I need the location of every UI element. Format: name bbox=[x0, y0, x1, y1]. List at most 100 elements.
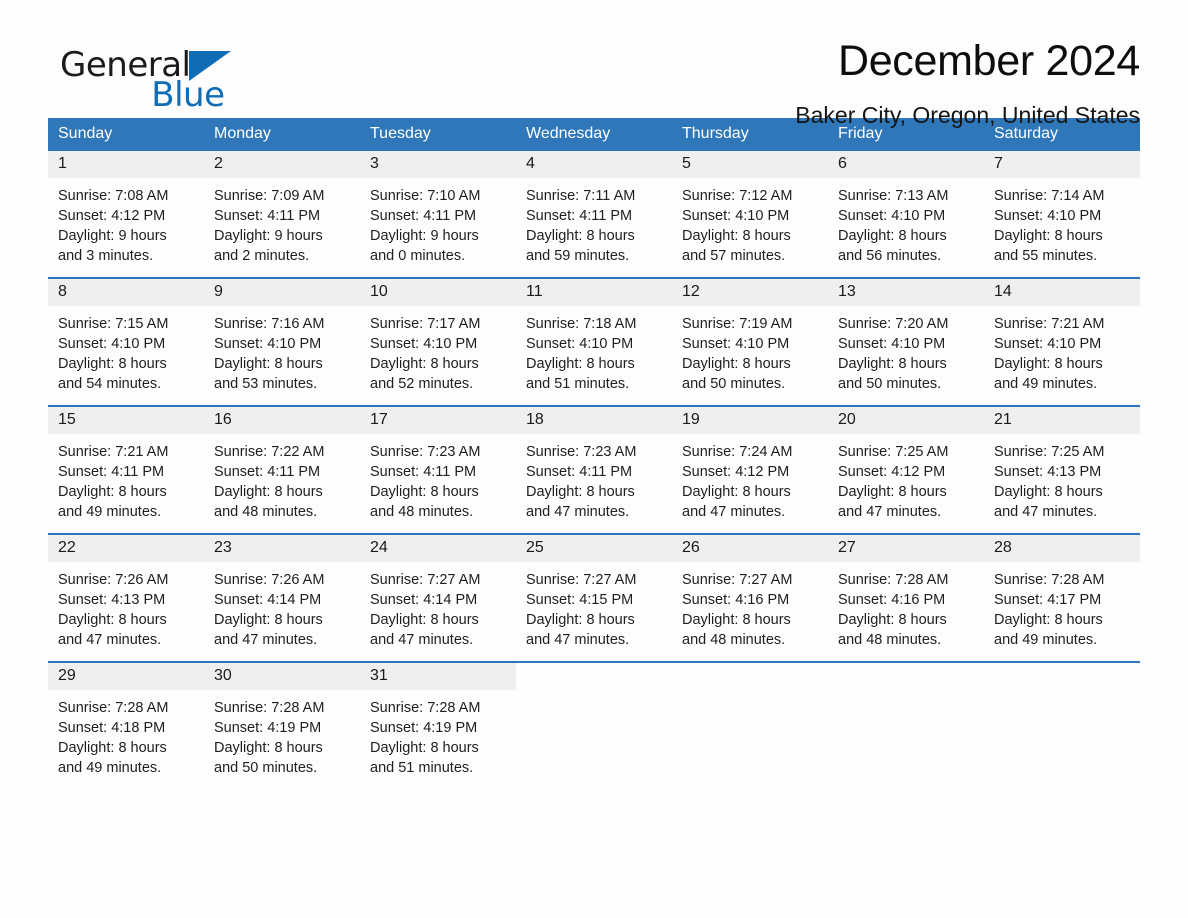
sunrise-text: Sunrise: 7:17 AM bbox=[370, 316, 481, 332]
sunset-text: Sunset: 4:13 PM bbox=[994, 464, 1102, 480]
day-number: 16 bbox=[204, 407, 360, 434]
calendar-table: Sunday Monday Tuesday Wednesday Thursday… bbox=[48, 118, 1140, 789]
day-number: 30 bbox=[204, 663, 360, 690]
day-number: 3 bbox=[360, 151, 516, 178]
calendar-day-cell[interactable]: 19 Sunrise: 7:24 AM Sunset: 4:12 PM Dayligh… bbox=[672, 405, 828, 534]
calendar-day-cell[interactable]: 24 Sunrise: 7:27 AM Sunset: 4:14 PM Dayligh… bbox=[360, 533, 516, 662]
calendar-day-cell[interactable]: 11 Sunrise: 7:18 AM Sunset: 4:10 PM Dayligh… bbox=[516, 277, 672, 406]
weekday-header-wednesday: Wednesday bbox=[516, 118, 672, 151]
general-blue-logo: General Blue bbox=[60, 48, 231, 112]
calendar-day-cell[interactable]: 29 Sunrise: 7:28 AM Sunset: 4:18 PM Dayligh… bbox=[48, 661, 204, 789]
sunrise-text: Sunrise: 7:18 AM bbox=[526, 316, 637, 332]
day-number: 2 bbox=[204, 151, 360, 178]
calendar-day-cell[interactable]: 23 Sunrise: 7:26 AM Sunset: 4:14 PM Dayligh… bbox=[204, 533, 360, 662]
sunset-text: Sunset: 4:12 PM bbox=[58, 208, 166, 224]
daylight-text-line2: and 50 minutes. bbox=[838, 376, 942, 392]
daylight-text-line1: Daylight: 8 hours bbox=[994, 612, 1103, 628]
sunrise-text: Sunrise: 7:28 AM bbox=[994, 572, 1105, 588]
calendar-day-cell[interactable]: 15 Sunrise: 7:21 AM Sunset: 4:11 PM Dayligh… bbox=[48, 405, 204, 534]
daylight-text-line2: and 47 minutes. bbox=[214, 632, 318, 648]
daylight-text-line1: Daylight: 8 hours bbox=[370, 740, 479, 756]
page-header: General Blue December 2024 Baker City, O… bbox=[48, 0, 1140, 127]
sunrise-text: Sunrise: 7:19 AM bbox=[682, 316, 793, 332]
sunset-text: Sunset: 4:10 PM bbox=[994, 208, 1102, 224]
calendar-day-cell[interactable]: 28 Sunrise: 7:28 AM Sunset: 4:17 PM Dayligh… bbox=[984, 533, 1140, 662]
page-subtitle: Baker City, Oregon, United States bbox=[795, 102, 1140, 128]
calendar-day-cell[interactable]: 3 Sunrise: 7:10 AM Sunset: 4:11 PM Daylight… bbox=[360, 151, 516, 278]
daylight-text-line1: Daylight: 9 hours bbox=[214, 228, 323, 244]
calendar-day-cell[interactable]: 14 Sunrise: 7:21 AM Sunset: 4:10 PM Dayligh… bbox=[984, 277, 1140, 406]
daylight-text-line1: Daylight: 8 hours bbox=[58, 356, 167, 372]
daylight-text-line1: Daylight: 8 hours bbox=[838, 612, 947, 628]
day-number: 22 bbox=[48, 535, 204, 562]
calendar-day-cell[interactable]: 25 Sunrise: 7:27 AM Sunset: 4:15 PM Dayligh… bbox=[516, 533, 672, 662]
calendar-day-cell[interactable]: 6 Sunrise: 7:13 AM Sunset: 4:10 PM Daylight… bbox=[828, 151, 984, 278]
calendar-day-cell[interactable]: 2 Sunrise: 7:09 AM Sunset: 4:11 PM Daylight… bbox=[204, 151, 360, 278]
weekday-header-monday: Monday bbox=[204, 118, 360, 151]
daylight-text-line2: and 54 minutes. bbox=[58, 376, 162, 392]
calendar-day-cell[interactable]: 9 Sunrise: 7:16 AM Sunset: 4:10 PM Daylight… bbox=[204, 277, 360, 406]
calendar-day-cell[interactable]: 31 Sunrise: 7:28 AM Sunset: 4:19 PM Dayligh… bbox=[360, 661, 516, 789]
daylight-text-line1: Daylight: 9 hours bbox=[58, 228, 167, 244]
title-block: December 2024 Baker City, Oregon, United… bbox=[795, 40, 1140, 127]
sunrise-text: Sunrise: 7:14 AM bbox=[994, 188, 1105, 204]
sunset-text: Sunset: 4:10 PM bbox=[526, 336, 634, 352]
calendar-day-cell[interactable]: 17 Sunrise: 7:23 AM Sunset: 4:11 PM Dayligh… bbox=[360, 405, 516, 534]
sunset-text: Sunset: 4:11 PM bbox=[370, 464, 477, 480]
calendar-day-cell[interactable]: 12 Sunrise: 7:19 AM Sunset: 4:10 PM Dayligh… bbox=[672, 277, 828, 406]
calendar-day-cell[interactable]: 16 Sunrise: 7:22 AM Sunset: 4:11 PM Dayligh… bbox=[204, 405, 360, 534]
calendar-day-cell[interactable]: 4 Sunrise: 7:11 AM Sunset: 4:11 PM Daylight… bbox=[516, 151, 672, 278]
day-number: 7 bbox=[984, 151, 1140, 178]
day-details: Sunrise: 7:12 AM Sunset: 4:10 PM Daylight:… bbox=[672, 178, 828, 266]
calendar-day-cell[interactable]: 21 Sunrise: 7:25 AM Sunset: 4:13 PM Dayligh… bbox=[984, 405, 1140, 534]
daylight-text-line1: Daylight: 8 hours bbox=[58, 484, 167, 500]
sunrise-text: Sunrise: 7:11 AM bbox=[526, 188, 636, 204]
daylight-text-line1: Daylight: 8 hours bbox=[994, 356, 1103, 372]
calendar-day-cell[interactable]: 18 Sunrise: 7:23 AM Sunset: 4:11 PM Dayligh… bbox=[516, 405, 672, 534]
sunrise-text: Sunrise: 7:26 AM bbox=[58, 572, 169, 588]
daylight-text-line1: Daylight: 8 hours bbox=[526, 356, 635, 372]
calendar-day-cell[interactable]: 26 Sunrise: 7:27 AM Sunset: 4:16 PM Dayligh… bbox=[672, 533, 828, 662]
sunrise-text: Sunrise: 7:28 AM bbox=[838, 572, 949, 588]
calendar-week-row: 22 Sunrise: 7:26 AM Sunset: 4:13 PM Dayligh… bbox=[48, 533, 1140, 662]
weekday-header-tuesday: Tuesday bbox=[360, 118, 516, 151]
sunset-text: Sunset: 4:11 PM bbox=[526, 464, 633, 480]
calendar-day-cell[interactable]: 30 Sunrise: 7:28 AM Sunset: 4:19 PM Dayligh… bbox=[204, 661, 360, 789]
day-details: Sunrise: 7:27 AM Sunset: 4:16 PM Daylight:… bbox=[672, 562, 828, 650]
daylight-text-line1: Daylight: 8 hours bbox=[214, 484, 323, 500]
sunset-text: Sunset: 4:11 PM bbox=[58, 464, 165, 480]
sunrise-text: Sunrise: 7:24 AM bbox=[682, 444, 793, 460]
day-number: 26 bbox=[672, 535, 828, 562]
day-number: 4 bbox=[516, 151, 672, 178]
calendar-day-cell[interactable]: 27 Sunrise: 7:28 AM Sunset: 4:16 PM Dayligh… bbox=[828, 533, 984, 662]
sunset-text: Sunset: 4:12 PM bbox=[838, 464, 946, 480]
sunset-text: Sunset: 4:12 PM bbox=[682, 464, 790, 480]
calendar-day-cell[interactable]: 7 Sunrise: 7:14 AM Sunset: 4:10 PM Daylight… bbox=[984, 151, 1140, 278]
daylight-text-line1: Daylight: 8 hours bbox=[994, 228, 1103, 244]
sunrise-text: Sunrise: 7:10 AM bbox=[370, 188, 481, 204]
daylight-text-line2: and 47 minutes. bbox=[682, 504, 786, 520]
calendar-day-cell[interactable]: 20 Sunrise: 7:25 AM Sunset: 4:12 PM Dayligh… bbox=[828, 405, 984, 534]
day-number bbox=[984, 663, 1140, 690]
calendar-day-cell[interactable]: 10 Sunrise: 7:17 AM Sunset: 4:10 PM Dayligh… bbox=[360, 277, 516, 406]
calendar-day-cell[interactable]: 13 Sunrise: 7:20 AM Sunset: 4:10 PM Dayligh… bbox=[828, 277, 984, 406]
day-details: Sunrise: 7:08 AM Sunset: 4:12 PM Daylight:… bbox=[48, 178, 204, 266]
calendar-week-row: 29 Sunrise: 7:28 AM Sunset: 4:18 PM Dayligh… bbox=[48, 661, 1140, 789]
sunset-text: Sunset: 4:10 PM bbox=[58, 336, 166, 352]
sunrise-text: Sunrise: 7:25 AM bbox=[838, 444, 949, 460]
sunrise-text: Sunrise: 7:23 AM bbox=[370, 444, 481, 460]
day-details: Sunrise: 7:20 AM Sunset: 4:10 PM Daylight:… bbox=[828, 306, 984, 394]
day-number: 19 bbox=[672, 407, 828, 434]
calendar-day-cell[interactable]: 8 Sunrise: 7:15 AM Sunset: 4:10 PM Daylight… bbox=[48, 277, 204, 406]
day-number bbox=[828, 663, 984, 690]
day-number: 24 bbox=[360, 535, 516, 562]
daylight-text-line1: Daylight: 8 hours bbox=[214, 612, 323, 628]
daylight-text-line2: and 50 minutes. bbox=[214, 760, 318, 776]
sunset-text: Sunset: 4:10 PM bbox=[370, 336, 478, 352]
day-details: Sunrise: 7:28 AM Sunset: 4:19 PM Daylight:… bbox=[360, 690, 516, 778]
calendar-day-cell[interactable]: 1 Sunrise: 7:08 AM Sunset: 4:12 PM Daylight… bbox=[48, 151, 204, 278]
calendar-day-cell[interactable]: 5 Sunrise: 7:12 AM Sunset: 4:10 PM Daylight… bbox=[672, 151, 828, 278]
daylight-text-line2: and 47 minutes. bbox=[994, 504, 1098, 520]
daylight-text-line2: and 55 minutes. bbox=[994, 248, 1098, 264]
calendar-day-cell[interactable]: 22 Sunrise: 7:26 AM Sunset: 4:13 PM Dayligh… bbox=[48, 533, 204, 662]
